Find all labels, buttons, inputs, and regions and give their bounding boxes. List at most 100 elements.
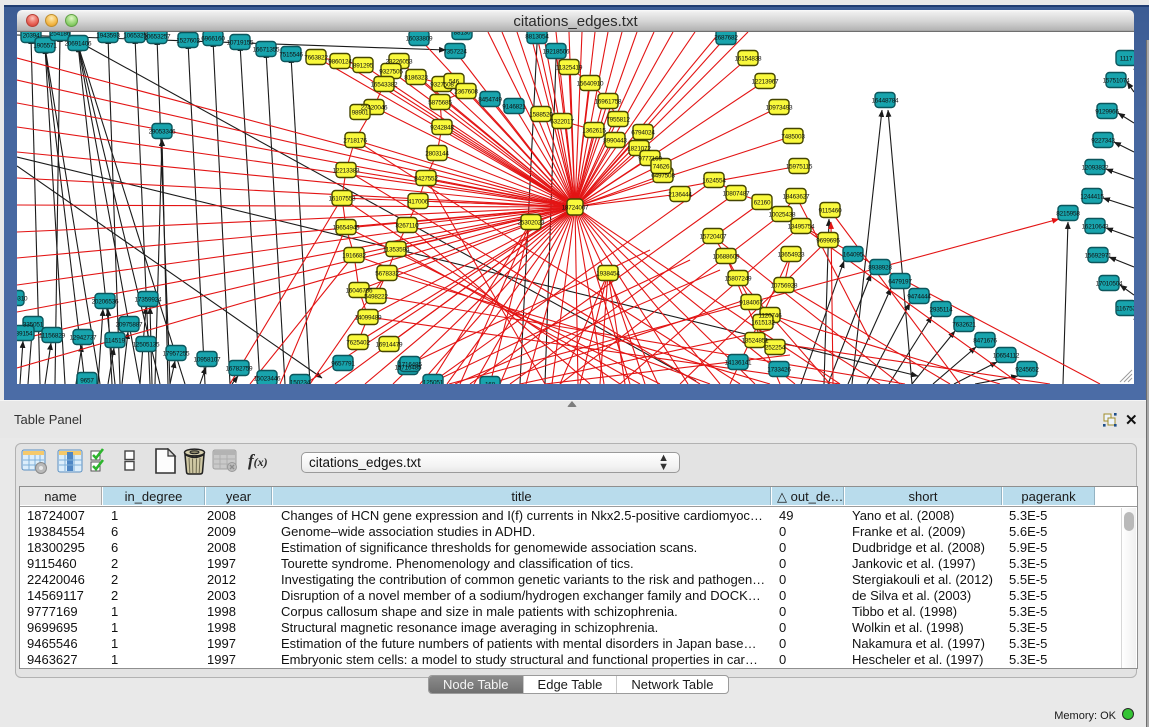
svg-text:98901: 98901	[352, 110, 369, 117]
svg-text:16154838: 16154838	[735, 56, 762, 63]
svg-text:8471676: 8471676	[973, 338, 997, 345]
svg-text:20394: 20394	[23, 33, 40, 40]
svg-text:9474444: 9474444	[907, 294, 931, 301]
svg-text:11325419: 11325419	[556, 65, 583, 72]
svg-text:10958107: 10958107	[194, 357, 221, 364]
svg-text:335051: 335051	[23, 322, 44, 329]
svg-text:23226053: 23226053	[386, 59, 413, 66]
svg-text:9184067: 9184067	[739, 300, 763, 307]
svg-text:254186: 254186	[50, 32, 71, 38]
svg-text:2935114: 2935114	[929, 307, 953, 314]
svg-text:1120746: 1120746	[758, 313, 782, 320]
svg-text:168: 168	[485, 382, 496, 385]
svg-text:6966160: 6966160	[201, 36, 225, 43]
svg-text:20975887: 20975887	[116, 322, 143, 329]
svg-text:891295: 891295	[353, 63, 374, 70]
svg-text:16782759: 16782759	[226, 366, 253, 373]
svg-text:14136141: 14136141	[725, 360, 752, 367]
svg-text:9146821: 9146821	[502, 104, 526, 111]
svg-text:10654112: 10654112	[993, 353, 1020, 360]
svg-text:8938928: 8938928	[868, 265, 892, 272]
svg-text:1615132: 1615132	[751, 320, 775, 327]
svg-text:2136444: 2136444	[668, 192, 692, 199]
svg-text:16914479: 16914479	[376, 342, 403, 349]
svg-text:1527602: 1527602	[176, 38, 200, 45]
svg-text:7485003: 7485003	[781, 134, 805, 141]
svg-text:6497508: 6497508	[651, 173, 675, 180]
svg-text:417006: 417006	[408, 199, 429, 206]
svg-text:15692971: 15692971	[1085, 253, 1112, 260]
svg-text:12505135: 12505135	[133, 342, 160, 349]
svg-text:13524851: 13524851	[742, 338, 769, 345]
svg-text:8454749: 8454749	[478, 97, 502, 104]
svg-text:16961758: 16961758	[595, 99, 622, 106]
svg-text:17010504: 17010504	[1096, 281, 1123, 288]
svg-text:1244415: 1244415	[1080, 194, 1104, 201]
svg-text:8267110: 8267110	[395, 223, 419, 230]
svg-text:17957255: 17957255	[163, 351, 190, 358]
svg-text:15023446: 15023446	[254, 376, 281, 383]
svg-text:2718176: 2718176	[343, 138, 367, 145]
svg-text:116753: 116753	[1116, 306, 1134, 313]
svg-text:9657791: 9657791	[331, 361, 355, 368]
svg-text:1905571: 1905571	[33, 43, 57, 50]
svg-text:16671355: 16671355	[253, 47, 280, 54]
svg-text:6794024: 6794024	[631, 130, 655, 137]
svg-text:8990443: 8990443	[603, 138, 627, 145]
svg-text:7515546: 7515546	[279, 52, 303, 59]
svg-text:20691406: 20691406	[65, 41, 92, 48]
svg-text:12213383: 12213383	[333, 168, 360, 175]
svg-text:15720407: 15720407	[700, 234, 727, 241]
svg-text:5678332: 5678332	[375, 271, 399, 278]
svg-text:8186323: 8186323	[404, 75, 428, 82]
svg-text:12942737: 12942737	[70, 335, 97, 342]
svg-text:5875685: 5875685	[428, 100, 452, 107]
svg-text:164095: 164095	[843, 252, 864, 259]
svg-text:11353594: 11353594	[383, 247, 410, 254]
svg-text:7632621: 7632621	[952, 322, 976, 329]
svg-text:8427552: 8427552	[414, 176, 438, 183]
svg-text:7357224: 7357224	[443, 49, 467, 56]
svg-text:29053346: 29053346	[149, 129, 176, 136]
svg-text:1733426: 1733426	[767, 367, 791, 374]
svg-text:18724007: 18724007	[562, 205, 589, 212]
svg-text:10973493: 10973493	[766, 105, 793, 112]
svg-text:1821072: 1821072	[627, 146, 651, 153]
svg-text:7625402: 7625402	[346, 340, 370, 347]
svg-text:9657: 9657	[80, 378, 94, 385]
svg-text:20206536: 20206536	[92, 299, 119, 306]
svg-text:26160310: 26160310	[17, 296, 28, 303]
svg-text:16033809: 16033809	[406, 36, 433, 43]
svg-text:8215958: 8215958	[1056, 211, 1080, 218]
svg-text:16107553: 16107553	[329, 196, 356, 203]
svg-text:9242848: 9242848	[430, 125, 454, 132]
svg-text:9129966: 9129966	[1095, 109, 1119, 116]
svg-text:150234: 150234	[290, 380, 311, 385]
svg-text:16210643: 16210643	[1082, 224, 1109, 231]
svg-text:10025438: 10025438	[769, 212, 796, 219]
svg-text:9227343: 9227343	[1091, 138, 1115, 145]
svg-text:8813054: 8813054	[525, 34, 549, 41]
svg-text:15640910: 15640910	[577, 81, 604, 88]
svg-text:9245652: 9245652	[1015, 367, 1039, 374]
svg-text:1916682: 1916682	[342, 253, 366, 260]
svg-text:12213967: 12213967	[752, 79, 779, 86]
svg-text:9327505: 9327505	[379, 69, 403, 76]
svg-text:6479197: 6479197	[888, 279, 912, 286]
svg-text:10719155: 10719155	[227, 40, 254, 47]
svg-text:1938454: 1938454	[596, 271, 620, 278]
svg-text:546: 546	[449, 79, 460, 86]
svg-text:114519: 114519	[105, 338, 125, 345]
svg-text:19654945: 19654945	[333, 225, 360, 232]
svg-text:13654923: 13654923	[778, 252, 805, 259]
svg-text:10653257: 10653257	[144, 34, 171, 41]
svg-text:15975115: 15975115	[786, 164, 813, 171]
svg-text:39154: 39154	[17, 331, 33, 338]
svg-text:2687682: 2687682	[714, 35, 738, 42]
svg-text:9699695: 9699695	[816, 238, 840, 245]
svg-text:74626: 74626	[653, 164, 670, 171]
svg-text:9777169: 9777169	[638, 156, 662, 163]
svg-text:15751074: 15751074	[1103, 78, 1130, 85]
svg-text:6322017: 6322017	[550, 119, 574, 126]
svg-text:1362615: 1362615	[582, 128, 606, 135]
